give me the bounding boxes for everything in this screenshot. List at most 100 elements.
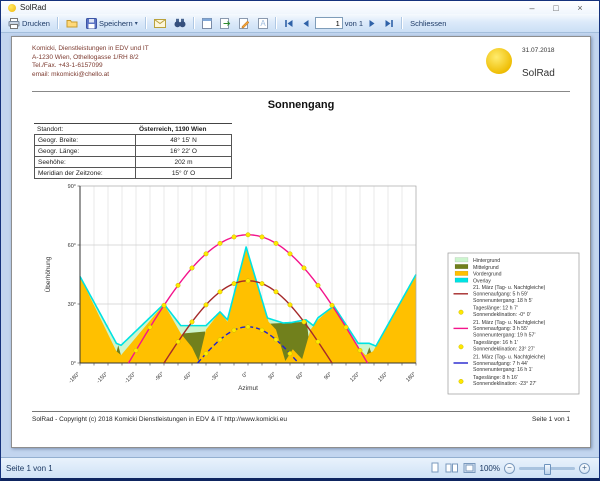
svg-text:Sonnenaufgang: 7 h 44': Sonnenaufgang: 7 h 44' <box>473 361 528 367</box>
location-table-rows: Geogr. Breite:48° 15' NGeogr. Länge:16° … <box>34 134 232 179</box>
header-divider <box>32 91 570 92</box>
prev-page-icon <box>302 19 310 28</box>
table-cell-value: 16° 22' O <box>136 146 232 157</box>
table-row: Geogr. Breite:48° 15' N <box>34 134 232 146</box>
svg-text:Tageslänge: 16 h 1': Tageslänge: 16 h 1' <box>473 340 518 346</box>
close-window-button[interactable]: × <box>568 3 592 13</box>
table-row: Seehöhe:202 m <box>34 157 232 168</box>
svg-text:-90°: -90° <box>154 371 165 382</box>
save-button[interactable]: Speichern ▾ <box>83 17 141 30</box>
zoom-slider-thumb[interactable] <box>544 464 551 475</box>
svg-text:Sonnenuntergang: 16 h 1': Sonnenuntergang: 16 h 1' <box>473 367 533 373</box>
next-page-icon <box>368 19 376 28</box>
toolbar-separator <box>145 17 147 29</box>
maximize-button[interactable]: □ <box>544 3 568 13</box>
svg-text:120°: 120° <box>349 371 361 383</box>
page-settings-button[interactable] <box>199 17 215 30</box>
footer-divider <box>32 411 570 412</box>
zoom-in-button[interactable]: + <box>579 463 590 474</box>
title-bar: SolRad – □ × <box>1 1 599 14</box>
table-row: Geogr. Länge:16° 22' O <box>34 146 232 157</box>
standort-value: Österreich, 1190 Wien <box>136 124 232 134</box>
svg-text:Sonnenuntergang: 19 h 57': Sonnenuntergang: 19 h 57' <box>473 333 535 339</box>
toolbar-separator <box>401 17 403 29</box>
svg-text:-120°: -120° <box>124 371 138 385</box>
company-line: Tel./Fax. +43-1-6157099 <box>32 62 149 71</box>
svg-text:-30°: -30° <box>210 371 221 382</box>
export-button[interactable] <box>217 17 234 30</box>
table-row: Standort: Österreich, 1190 Wien <box>34 123 232 134</box>
toolbar-separator <box>193 17 195 29</box>
print-button[interactable]: Drucken <box>5 17 53 30</box>
x-axis-title: Azimut <box>238 385 258 392</box>
standort-label: Standort: <box>34 124 136 134</box>
find-button[interactable] <box>171 17 189 29</box>
company-line: email: mkomicki@chello.at <box>32 71 149 80</box>
export-icon <box>220 18 231 29</box>
svg-text:60°: 60° <box>295 371 305 381</box>
toolbar-separator <box>275 17 277 29</box>
chart-legend: HintergrundMittelgrundVordergrundOverlay… <box>448 253 579 394</box>
location-table: Standort: Österreich, 1190 Wien Geogr. B… <box>34 123 232 179</box>
company-address-block: Komicki, Dienstleistungen in EDV und IT … <box>32 45 149 79</box>
report-page: Komicki, Dienstleistungen in EDV und IT … <box>11 36 591 448</box>
table-cell-label: Geogr. Breite: <box>34 134 136 146</box>
two-page-view-icon[interactable] <box>445 462 459 474</box>
svg-text:Sonnenuntergang: 18 h 5': Sonnenuntergang: 18 h 5' <box>473 298 533 304</box>
save-icon <box>86 18 97 29</box>
zoom-level-label: 100% <box>480 464 500 473</box>
open-folder-icon <box>66 18 78 28</box>
prev-page-button[interactable] <box>299 18 313 29</box>
edit-button[interactable] <box>236 17 253 30</box>
page-number-input[interactable] <box>315 17 343 29</box>
save-label: Speichern <box>99 19 133 28</box>
page-settings-icon <box>202 18 212 29</box>
svg-text:-150°: -150° <box>96 371 110 385</box>
solrad-logo-icon <box>486 48 512 74</box>
solrad-window: SolRad – □ × Drucken Speichern ▾ <box>0 0 600 481</box>
table-cell-value: 202 m <box>136 157 232 168</box>
first-page-button[interactable] <box>281 18 297 29</box>
open-button[interactable] <box>63 17 81 29</box>
window-controls: – □ × <box>520 3 592 13</box>
toolbar-separator <box>57 17 59 29</box>
preview-area[interactable]: Komicki, Dienstleistungen in EDV und IT … <box>1 33 599 457</box>
last-page-button[interactable] <box>381 18 397 29</box>
close-preview-button[interactable]: Schliessen <box>407 18 449 29</box>
svg-text:Hintergrund: Hintergrund <box>473 258 500 264</box>
toolbar: Drucken Speichern ▾ A <box>1 14 599 33</box>
next-page-button[interactable] <box>365 18 379 29</box>
report-date: 31.07.2018 <box>522 47 555 54</box>
email-icon <box>154 19 166 28</box>
svg-text:60°: 60° <box>68 243 76 249</box>
print-icon <box>8 18 20 29</box>
svg-text:30°: 30° <box>68 302 76 308</box>
svg-text:Sonnendeklination: -23° 27': Sonnendeklination: -23° 27' <box>473 381 536 387</box>
svg-text:90°: 90° <box>323 371 333 381</box>
table-cell-label: Seehöhe: <box>34 157 136 168</box>
edit-icon <box>239 18 250 29</box>
svg-text:21. März (Tag- u. Nachtgleiche: 21. März (Tag- u. Nachtgleiche) <box>473 285 546 291</box>
footer-copyright: SolRad - Copyright (c) 2018 Komicki Dien… <box>32 416 287 423</box>
find-icon <box>174 18 186 28</box>
svg-text:-60°: -60° <box>182 371 193 382</box>
email-button[interactable] <box>151 18 169 29</box>
zoom-out-button[interactable]: − <box>504 463 515 474</box>
save-dropdown-caret-icon[interactable]: ▾ <box>135 20 138 27</box>
minimize-button[interactable]: – <box>520 3 544 13</box>
page-width-view-icon[interactable] <box>463 462 476 474</box>
company-line: Komicki, Dienstleistungen in EDV und IT <box>32 45 149 54</box>
app-sun-icon <box>8 4 16 12</box>
svg-text:Sonnenaufgang: 5 h 59': Sonnenaufgang: 5 h 59' <box>473 292 528 298</box>
company-line: A-1230 Wien, Othellogasse 1/RH 8/2 <box>32 54 149 63</box>
statusbar-zoom-controls: 100% − + <box>429 462 594 474</box>
sun-path-chart: -180°-150°-120°-90°-60°-30°0°30°60°90°12… <box>40 175 585 405</box>
svg-text:A: A <box>260 19 266 28</box>
svg-text:90°: 90° <box>68 184 76 190</box>
svg-text:30°: 30° <box>267 371 277 381</box>
single-page-view-icon[interactable] <box>429 462 441 474</box>
svg-text:21. März (Tag- u. Nachtgleiche: 21. März (Tag- u. Nachtgleiche) <box>473 354 546 360</box>
watermark-button[interactable]: A <box>255 17 271 30</box>
report-brand: SolRad <box>522 68 555 79</box>
zoom-slider[interactable] <box>519 467 575 470</box>
